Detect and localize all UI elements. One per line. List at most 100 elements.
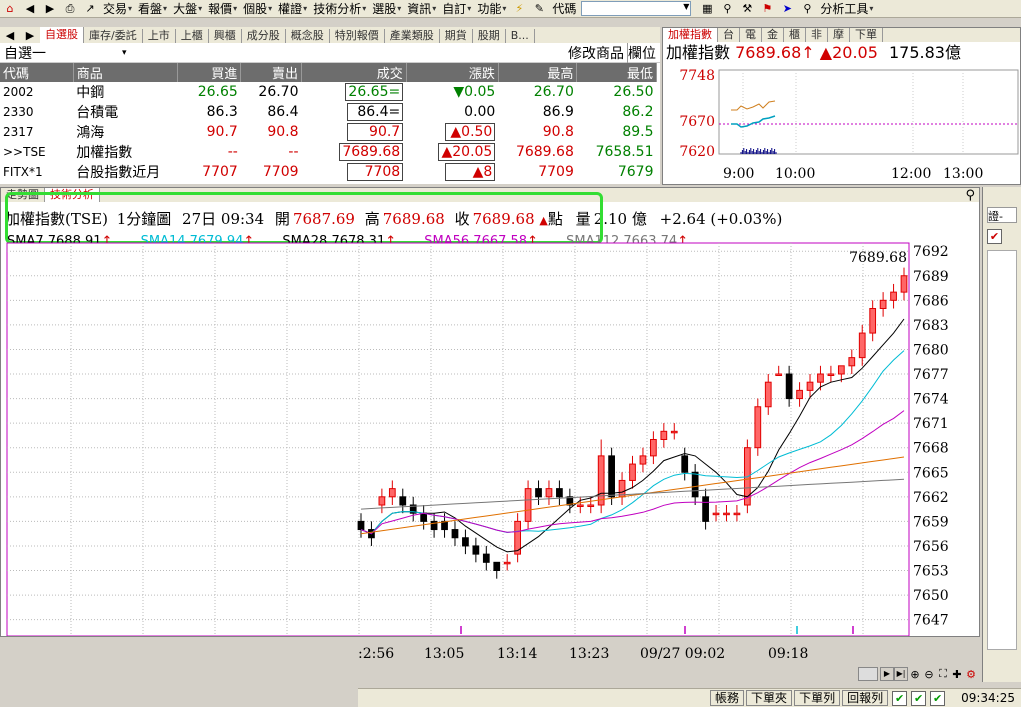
tab-special[interactable]: 特別報價 <box>330 29 385 43</box>
menu-custom[interactable]: 自訂 ▾ <box>439 0 474 18</box>
back-icon[interactable]: ◀ <box>22 1 38 17</box>
cell-change: ▲20.05 <box>406 142 498 162</box>
print-icon[interactable]: ⎙ <box>62 1 78 17</box>
alert-icon[interactable]: ⚑ <box>759 1 775 17</box>
code-input[interactable]: ▼ <box>581 1 692 16</box>
y-tick-label: 7692 <box>913 244 949 260</box>
menu-market[interactable]: 大盤 ▾ <box>170 0 205 18</box>
status-check-2[interactable]: ✔ <box>911 690 927 706</box>
candle-body <box>482 553 490 563</box>
menu-trade[interactable]: 交易 ▾ <box>100 0 135 18</box>
y-tick-label: 7659 <box>913 514 949 530</box>
status-check-1[interactable]: ✔ <box>892 690 908 706</box>
group-select[interactable]: 自選一 <box>4 43 46 63</box>
order-window-button[interactable]: 下單夾 <box>746 690 793 706</box>
lightning-icon[interactable]: ⚡ <box>511 1 527 17</box>
tab-order[interactable]: 下單 <box>850 28 883 42</box>
report-button[interactable]: 回報列 <box>842 690 889 706</box>
scrollbar-thumb[interactable] <box>858 667 878 681</box>
side-scroll-area[interactable] <box>987 250 1017 650</box>
menu-quote[interactable]: 報價 ▾ <box>205 0 240 18</box>
code-label: 代碼 <box>552 2 577 16</box>
tools-icon[interactable]: ⚒ <box>739 1 755 17</box>
tab-concept[interactable]: 概念股 <box>286 29 330 43</box>
candle-body <box>775 373 783 376</box>
menu-warrant[interactable]: 權證 ▾ <box>275 0 310 18</box>
candle-body <box>806 381 814 391</box>
zoom-in-icon[interactable]: ⊕ <box>908 668 922 681</box>
tab-index[interactable]: 加權指數 <box>663 28 718 42</box>
order-list-button[interactable]: 下單列 <box>794 690 841 706</box>
chart-icon[interactable]: ▦ <box>699 1 715 17</box>
popout-icon[interactable]: ↗ <box>82 1 98 17</box>
cell-last: 26.65= <box>302 82 407 102</box>
change-arrow-icon: ▲ <box>441 144 453 160</box>
fit-icon[interactable]: ⛶ <box>936 667 950 681</box>
menu-stock[interactable]: 個股 ▾ <box>240 0 275 18</box>
table-row[interactable]: FITX*1 台股指數近月 7707 7709 7708 ▲8 7709 7679 <box>0 162 657 182</box>
table-row[interactable]: 2330 台積電 86.3 86.4 86.4= 0.00 86.9 86.2 <box>0 102 657 122</box>
cell-code: >>TSE <box>3 145 46 159</box>
mini-x-label: 10:00 <box>775 166 815 182</box>
table-row[interactable]: 2002 中鋼 26.65 26.70 26.65= ▼0.05 26.70 26.50 <box>0 82 657 102</box>
tab-futures[interactable]: 期貨 <box>440 29 473 43</box>
tab-inventory[interactable]: 庫存/委託 <box>84 29 143 43</box>
scroll-right-icon[interactable]: ▶ <box>22 27 38 43</box>
scroll-end-icon[interactable]: ▶| <box>894 667 908 681</box>
settings-icon[interactable]: ⚙ <box>964 668 978 681</box>
tab-tw[interactable]: 台 <box>718 28 740 42</box>
tab-msci[interactable]: 摩 <box>828 28 850 42</box>
modify-button[interactable]: 修改商品 <box>568 42 628 63</box>
cell-code: 2002 <box>3 85 34 99</box>
zoom-out-icon[interactable]: ⊖ <box>922 668 936 681</box>
menu-screener[interactable]: 選股 ▾ <box>369 0 404 18</box>
tab-otc-idx[interactable]: 櫃 <box>784 28 806 42</box>
col-bid[interactable]: 買進 <box>177 63 242 82</box>
home-icon[interactable]: ⌂ <box>2 1 18 17</box>
col-low[interactable]: 最低 <box>576 63 657 82</box>
search-icon[interactable]: ⚲ <box>719 1 735 17</box>
tab-more[interactable]: B... <box>506 29 535 43</box>
pointer-icon[interactable]: ➤ <box>779 1 795 17</box>
candle-body <box>858 332 866 359</box>
col-last[interactable]: 成交 <box>301 63 407 82</box>
account-button[interactable]: 帳務 <box>710 690 745 706</box>
tab-emerging[interactable]: 興櫃 <box>209 29 242 43</box>
tab-components[interactable]: 成分股 <box>242 29 286 43</box>
crosshair-icon[interactable]: ✚ <box>950 668 964 681</box>
col-high[interactable]: 最高 <box>498 63 578 82</box>
menu-technical[interactable]: 技術分析 ▾ <box>310 0 369 18</box>
tab-elec[interactable]: 電 <box>740 28 762 42</box>
side-checkbox[interactable]: ✔ <box>987 229 1002 244</box>
side-tab[interactable]: 證- <box>987 207 1017 223</box>
forward-icon[interactable]: ▶ <box>42 1 58 17</box>
tab-nonfin[interactable]: 非 <box>806 28 828 42</box>
table-row[interactable]: >>TSE 加權指數 -- -- 7689.68 ▲20.05 7689.68 7658.51 <box>0 142 657 162</box>
status-check-3[interactable]: ✔ <box>930 690 946 706</box>
tab-listed[interactable]: 上市 <box>143 29 176 43</box>
scroll-right-icon[interactable]: ▶ <box>880 667 894 681</box>
menu-info[interactable]: 資訊 ▾ <box>404 0 439 18</box>
chevron-down-icon[interactable]: ▾ <box>122 48 127 58</box>
column-button[interactable]: 欄位 <box>628 43 656 63</box>
col-name[interactable]: 商品 <box>73 63 179 82</box>
menu-function[interactable]: 功能 ▾ <box>474 0 509 18</box>
col-code[interactable]: 代碼 <box>0 63 74 82</box>
col-ask[interactable]: 賣出 <box>240 63 303 82</box>
tab-stock-futures[interactable]: 股期 <box>473 29 506 43</box>
tab-otc[interactable]: 上櫃 <box>176 29 209 43</box>
tab-watchlist[interactable]: 自選股 <box>40 27 84 43</box>
chevron-down-icon[interactable]: ▼ <box>683 2 689 11</box>
menu-watch[interactable]: 看盤 ▾ <box>135 0 170 18</box>
analysis-icon[interactable]: ⚲ <box>799 1 815 17</box>
candle-body <box>869 308 877 334</box>
tab-fin[interactable]: 金 <box>762 28 784 42</box>
table-row[interactable]: 2317 鴻海 90.7 90.8 90.7 ▲0.50 90.8 89.5 <box>0 122 657 142</box>
mini-x-label: 13:00 <box>943 166 983 182</box>
menu-analysis-tools[interactable]: 分析工具 ▾ <box>817 0 876 18</box>
col-change[interactable]: 漲跌 <box>406 63 499 82</box>
candle-body <box>650 439 657 457</box>
scroll-left-icon[interactable]: ◀ <box>2 27 18 43</box>
notepad-icon[interactable]: ✎ <box>531 1 547 17</box>
tab-industry[interactable]: 產業類股 <box>385 29 440 43</box>
